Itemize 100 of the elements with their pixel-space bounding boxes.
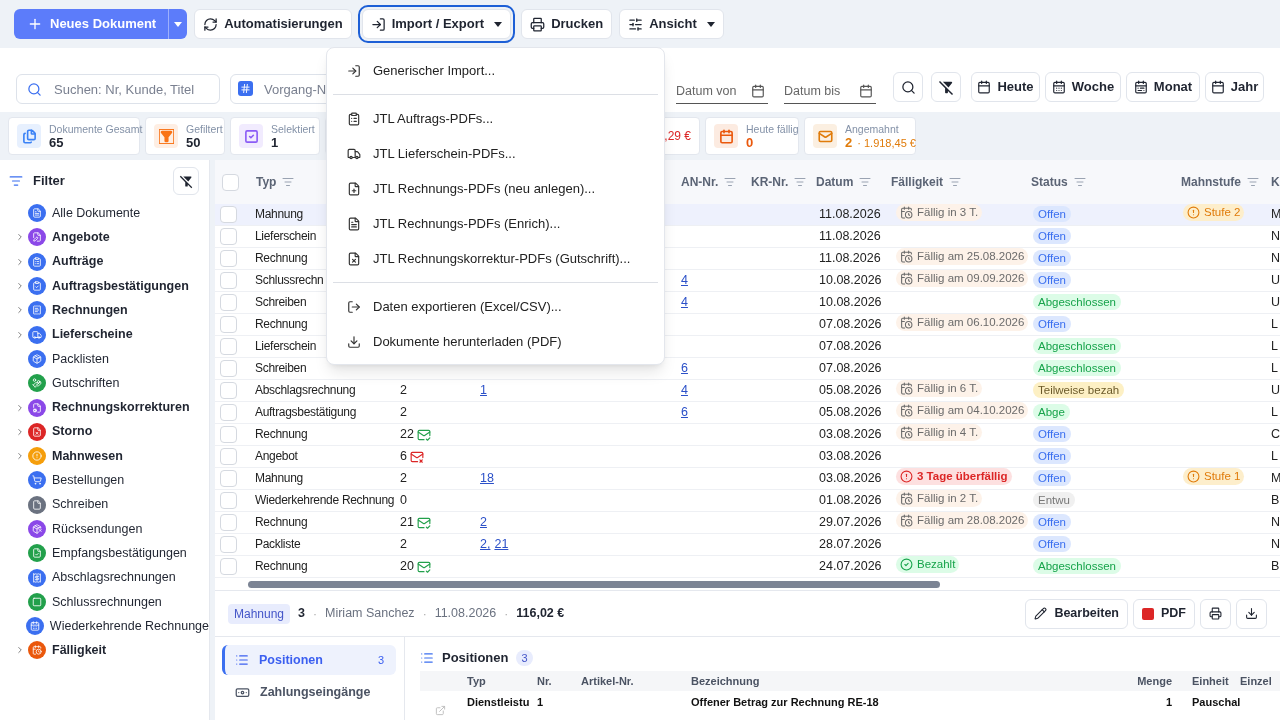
row-checkbox[interactable] bbox=[220, 382, 237, 399]
column-header[interactable]: KR-Nr. bbox=[751, 173, 789, 191]
row-checkbox[interactable] bbox=[220, 404, 237, 421]
column-header[interactable]: Typ bbox=[256, 173, 277, 191]
row-checkbox[interactable] bbox=[222, 173, 239, 191]
row-checkbox[interactable] bbox=[220, 316, 237, 333]
chevron-icon[interactable] bbox=[15, 232, 25, 243]
sidebar-item[interactable]: Mahnwesen bbox=[0, 443, 209, 469]
row-checkbox[interactable] bbox=[220, 536, 237, 553]
sidebar-item[interactable]: Abschlagsrechnungen bbox=[0, 565, 209, 590]
sidebar-item[interactable]: Empfangsbestätigungen bbox=[0, 541, 209, 566]
chevron-icon[interactable] bbox=[15, 256, 25, 267]
sidebar-item[interactable]: Angebote bbox=[0, 225, 209, 250]
reference-link[interactable]: 4 bbox=[681, 383, 688, 398]
menu-item[interactable]: JTL Rechnungs-PDFs (neu anlegen)... bbox=[327, 171, 664, 206]
chevron-icon[interactable] bbox=[15, 645, 25, 656]
toolbar-button[interactable]: Ansicht bbox=[619, 9, 724, 39]
menu-item[interactable]: JTL Lieferschein-PDFs... bbox=[327, 136, 664, 171]
menu-item[interactable]: JTL Auftrags-PDFs... bbox=[327, 101, 664, 136]
sidebar-item[interactable]: Bestellungen bbox=[0, 468, 209, 493]
chevron-icon[interactable] bbox=[15, 426, 25, 437]
filter-icon[interactable] bbox=[282, 176, 295, 188]
row-checkbox[interactable] bbox=[220, 558, 237, 575]
search-field[interactable]: Suchen: Nr, Kunde, Titel bbox=[16, 74, 220, 104]
download-button[interactable] bbox=[1236, 598, 1267, 629]
filter-icon[interactable] bbox=[1073, 176, 1086, 188]
sidebar-item[interactable]: Rücksendungen bbox=[0, 516, 209, 542]
range-button[interactable]: Monat bbox=[1126, 72, 1200, 102]
reference-link[interactable]: 18 bbox=[480, 469, 494, 488]
new-document-menu-button[interactable] bbox=[168, 9, 188, 39]
chevron-icon[interactable] bbox=[15, 281, 25, 292]
scrollbar[interactable] bbox=[248, 580, 940, 588]
table-row[interactable]: Wiederkehrende Rechnung 0 01.08.2026 Fällig in 2 T. Entwu B bbox=[215, 490, 1280, 512]
search-button[interactable] bbox=[893, 72, 923, 102]
column-header[interactable]: Mahnstufe bbox=[1181, 173, 1241, 191]
table-row[interactable]: Packliste 2 2, 21 28.07.2026 Offen N bbox=[215, 534, 1280, 556]
table-row[interactable]: Abschlagsrechnung 2 1 4 05.08.2026 Fällig in 6 T. Teilweise bezah U bbox=[215, 380, 1280, 402]
row-checkbox[interactable] bbox=[220, 426, 237, 443]
toolbar-button[interactable]: Drucken bbox=[521, 9, 613, 39]
filter-icon[interactable] bbox=[724, 176, 737, 188]
toolbar-button[interactable]: Automatisierungen bbox=[194, 9, 352, 39]
table-row[interactable]: Angebot 6 03.08.2026 Offen L bbox=[215, 446, 1280, 468]
row-checkbox[interactable] bbox=[220, 492, 237, 509]
sidebar-item[interactable]: Auftragsbestätigungen bbox=[0, 273, 209, 299]
column-header[interactable]: Fälligkeit bbox=[891, 173, 943, 191]
filter-icon[interactable] bbox=[859, 176, 872, 188]
sidebar-item[interactable]: Wiederkehrende Rechnunge bbox=[0, 614, 209, 639]
sidebar-item[interactable]: Aufträge bbox=[0, 249, 209, 274]
row-checkbox[interactable] bbox=[220, 360, 237, 377]
chevron-icon[interactable] bbox=[15, 451, 25, 462]
row-checkbox[interactable] bbox=[220, 514, 237, 531]
date-field[interactable]: Datum von bbox=[676, 78, 768, 104]
reference-link[interactable]: 1 bbox=[480, 381, 487, 400]
detail-tab[interactable]: Zahlungseingänge bbox=[222, 677, 396, 707]
column-header[interactable]: Status bbox=[1031, 173, 1068, 191]
sidebar-item[interactable]: Schlussrechnungen bbox=[0, 589, 209, 615]
clear-filter-button[interactable] bbox=[931, 72, 961, 102]
filter-icon[interactable] bbox=[1247, 176, 1259, 188]
row-checkbox[interactable] bbox=[220, 228, 237, 245]
range-button[interactable]: Heute bbox=[971, 72, 1040, 102]
chevron-icon[interactable] bbox=[15, 329, 25, 340]
sidebar-item[interactable]: Fälligkeit bbox=[0, 638, 209, 663]
table-row[interactable]: Rechnung 22 03.08.2026 Fällig in 4 T. Offen C bbox=[215, 424, 1280, 446]
row-checkbox[interactable] bbox=[220, 206, 237, 223]
range-button[interactable]: Woche bbox=[1045, 72, 1121, 102]
table-row[interactable]: Mahnung 2 18 03.08.2026 3 Tage überfällig Offen Stufe 1 M bbox=[215, 468, 1280, 490]
chevron-icon[interactable] bbox=[15, 305, 25, 316]
row-checkbox[interactable] bbox=[220, 272, 237, 289]
sidebar-item[interactable]: Rechnungen bbox=[0, 298, 209, 323]
reference-link[interactable]: 6 bbox=[681, 361, 688, 376]
sidebar-item[interactable]: Schreiben bbox=[0, 492, 209, 517]
row-checkbox[interactable] bbox=[220, 470, 237, 487]
row-checkbox[interactable] bbox=[220, 338, 237, 355]
print-button[interactable] bbox=[1200, 598, 1231, 629]
detail-tab[interactable]: Positionen 3 bbox=[222, 645, 396, 675]
row-checkbox[interactable] bbox=[220, 294, 237, 311]
sidebar-item[interactable]: Packlisten bbox=[0, 346, 209, 372]
row-checkbox[interactable] bbox=[220, 250, 237, 267]
sidebar-item[interactable]: Rechnungskorrekturen bbox=[0, 395, 209, 420]
date-field[interactable]: Datum bis bbox=[784, 78, 876, 104]
clear-filter-button[interactable] bbox=[173, 167, 199, 195]
range-button[interactable]: Jahr bbox=[1205, 72, 1264, 102]
column-header[interactable]: Datum bbox=[816, 173, 854, 191]
sidebar-item[interactable]: Gutschriften bbox=[0, 371, 209, 396]
reference-link[interactable]: 21 bbox=[494, 535, 509, 554]
pdf-button[interactable]: PDF bbox=[1133, 598, 1195, 629]
new-document-button[interactable]: Neues Dokument bbox=[14, 9, 169, 39]
reference-link[interactable]: 6 bbox=[681, 405, 688, 420]
column-header[interactable]: K bbox=[1271, 173, 1280, 191]
menu-item[interactable]: Generischer Import... bbox=[327, 53, 664, 88]
table-row[interactable]: Auftragsbestätigung 2 6 05.08.2026 Fällig am 04.10.2026 Abge L bbox=[215, 402, 1280, 424]
chevron-icon[interactable] bbox=[15, 402, 25, 413]
row-checkbox[interactable] bbox=[220, 448, 237, 465]
sidebar-item[interactable]: Lieferscheine bbox=[0, 322, 209, 347]
sidebar-item[interactable]: Alle Dokumente bbox=[0, 201, 209, 226]
column-header[interactable]: AN-Nr. bbox=[681, 173, 719, 191]
table-row[interactable]: Rechnung 21 2 29.07.2026 Fällig am 28.08.2026 Offen N bbox=[215, 512, 1280, 534]
filter-icon[interactable] bbox=[794, 176, 807, 188]
edit-button[interactable]: Bearbeiten bbox=[1025, 598, 1128, 629]
reference-link[interactable]: 2 bbox=[480, 513, 487, 532]
